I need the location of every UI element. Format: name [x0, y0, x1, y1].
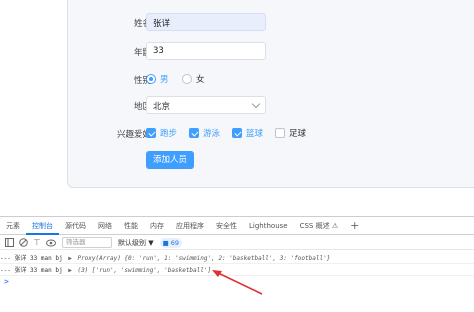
region-select[interactable]: 北京: [146, 96, 266, 114]
context-select-icon[interactable]: ⊤: [32, 238, 42, 248]
tab-security[interactable]: 安全性: [210, 217, 243, 235]
hobby-label-swim: 游泳: [203, 129, 221, 139]
tab-performance[interactable]: 性能: [118, 217, 144, 235]
radio-unchecked-icon: [182, 74, 192, 84]
checkbox-unchecked-icon: [275, 128, 285, 138]
log-prefix: --- 张详 33 man bj: [0, 255, 63, 262]
radio-female[interactable]: 女: [182, 73, 205, 85]
console-prompt[interactable]: >: [4, 277, 9, 286]
console-log-line: --- 张详 33 man bj ▶ (3) ['run', 'swimming…: [0, 265, 474, 276]
console-log-line: --- 张详 33 man bj ▶ Proxy(Array) {0: 'run…: [0, 253, 474, 264]
devtools-tabs: 元素 控制台 源代码 网络 性能 内存 应用程序 安全性 Lighthouse …: [0, 217, 474, 235]
hobby-checkbox-run[interactable]: 跑步: [146, 127, 177, 139]
message-count: 69: [170, 238, 180, 247]
filter-input[interactable]: 筛选器: [62, 237, 112, 248]
hobby-label-football: 足球: [289, 129, 307, 139]
hobby-checkbox-football[interactable]: 足球: [275, 127, 306, 139]
hobby-label-run: 跑步: [160, 129, 178, 139]
tab-elements[interactable]: 元素: [0, 217, 26, 235]
checkbox-checked-icon: [232, 128, 242, 138]
add-tab-button[interactable]: +: [344, 217, 365, 235]
add-person-button[interactable]: 添加人员: [146, 151, 194, 169]
tab-console[interactable]: 控制台: [26, 217, 59, 235]
message-count-badge[interactable]: ■ 69: [159, 237, 183, 248]
console-toolbar: ⊤ 筛选器 默认级别 ▼ ■ 69: [0, 236, 474, 250]
submit-row: 添加人员: [68, 151, 474, 171]
age-input[interactable]: 33: [146, 42, 266, 60]
sidebar-toggle-icon[interactable]: [4, 238, 14, 248]
radio-male[interactable]: 男: [146, 73, 169, 85]
checkbox-checked-icon: [189, 128, 199, 138]
eye-icon[interactable]: [46, 238, 56, 248]
clear-console-icon[interactable]: [18, 238, 28, 248]
region-row: 地区 北京: [68, 96, 474, 116]
name-input[interactable]: 张详: [146, 13, 266, 31]
tab-application[interactable]: 应用程序: [170, 217, 210, 235]
log-object[interactable]: (3) ['run', 'swimming', 'basketball']: [77, 267, 211, 274]
tab-sources[interactable]: 源代码: [59, 217, 92, 235]
devtools-panel: 元素 控制台 源代码 网络 性能 内存 应用程序 安全性 Lighthouse …: [0, 216, 474, 312]
radio-female-label: 女: [196, 75, 205, 85]
age-row: 年龄 33: [68, 42, 474, 62]
radio-male-label: 男: [160, 75, 169, 85]
name-row: 姓名 张详: [68, 13, 474, 33]
hobby-row: 兴趣爱好 跑步 游泳 篮球 足球: [68, 124, 474, 144]
radio-checked-icon: [146, 74, 156, 84]
form-card: 姓名 张详 年龄 33 性别 男 女 地区 北京 兴趣爱好 跑步 游泳 篮球 足…: [67, 0, 474, 188]
region-value: 北京: [153, 102, 171, 112]
message-icon: ■: [162, 238, 169, 247]
hobby-checkbox-swim[interactable]: 游泳: [189, 127, 220, 139]
log-object[interactable]: Proxy(Array) {0: 'run', 1: 'swimming', 2…: [77, 255, 330, 262]
checkbox-checked-icon: [146, 128, 156, 138]
chevron-down-icon: [251, 99, 261, 109]
tab-network[interactable]: 网络: [92, 217, 118, 235]
tab-lighthouse[interactable]: Lighthouse: [243, 217, 294, 235]
hobby-checkbox-basketball[interactable]: 篮球: [232, 127, 263, 139]
tab-memory[interactable]: 内存: [144, 217, 170, 235]
tab-css-overview[interactable]: CSS 概述 ⚠: [294, 217, 345, 235]
hobby-label-basketball: 篮球: [246, 129, 264, 139]
gender-row: 性别 男 女: [68, 70, 474, 90]
log-level-select[interactable]: 默认级别 ▼: [118, 238, 154, 248]
log-prefix: --- 张详 33 man bj: [0, 267, 63, 274]
expand-arrow-icon[interactable]: ▶: [68, 255, 72, 262]
expand-arrow-icon[interactable]: ▶: [68, 267, 72, 274]
